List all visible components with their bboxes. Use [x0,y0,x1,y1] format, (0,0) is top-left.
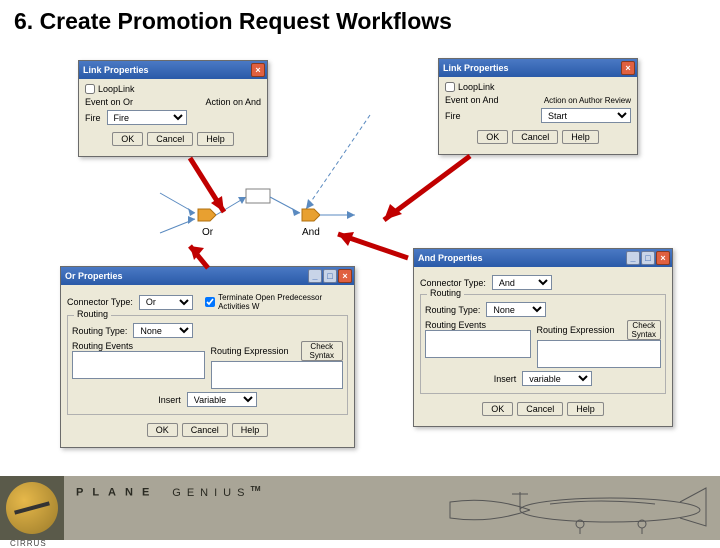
logo-badge: CIRRUS [0,476,64,540]
fire-label: Fire [445,111,461,121]
routing-legend: Routing [74,309,111,319]
airplane-lineart-icon [430,482,710,536]
insert-select[interactable]: variable [522,371,592,386]
routing-type-label: Routing Type: [425,305,480,315]
ok-button[interactable]: OK [147,423,178,437]
help-button[interactable]: Help [197,132,234,146]
looplink-checkbox[interactable]: LoopLink [85,84,261,94]
routing-expression-label: Routing Expression [537,325,615,335]
help-button[interactable]: Help [232,423,269,437]
close-icon[interactable]: × [251,63,265,77]
routing-events-list[interactable] [425,330,531,358]
ok-button[interactable]: OK [477,130,508,144]
action-on-label: Action on And [205,97,261,107]
routing-events-label: Routing Events [72,341,205,351]
dialog-title: Link Properties [443,63,621,73]
and-properties-dialog: And Properties _ □ × Connector Type: And… [413,248,673,427]
cancel-button[interactable]: Cancel [182,423,228,437]
ok-button[interactable]: OK [482,402,513,416]
or-properties-dialog: Or Properties _ □ × Connector Type: Or T… [60,266,355,448]
routing-events-label: Routing Events [425,320,531,330]
link-properties-dialog-right: Link Properties × LoopLink Event on And … [438,58,638,155]
check-syntax-button[interactable]: Check Syntax [301,341,343,361]
routing-type-label: Routing Type: [72,326,127,336]
titlebar[interactable]: Link Properties × [79,61,267,79]
action-on-label: Action on Author Review [544,96,631,105]
routing-expression-box[interactable] [211,361,344,389]
cirrus-logo-icon: CIRRUS [6,482,58,534]
callout-arrow [180,150,240,235]
close-icon[interactable]: × [656,251,670,265]
minimize-icon[interactable]: _ [308,269,322,283]
callout-arrow [328,228,418,273]
connector-type-select[interactable]: Or [139,295,193,310]
connector-type-label: Connector Type: [67,297,133,307]
insert-label: Insert [494,374,517,384]
titlebar[interactable]: Link Properties × [439,59,637,77]
help-button[interactable]: Help [562,130,599,144]
callout-arrow [180,238,220,283]
terminate-checkbox[interactable]: Terminate Open Predecessor Activities W [205,293,348,311]
connector-type-label: Connector Type: [420,278,486,288]
ok-button[interactable]: OK [112,132,143,146]
dialog-title: Link Properties [83,65,251,75]
maximize-icon[interactable]: □ [641,251,655,265]
close-icon[interactable]: × [621,61,635,75]
event-on-label: Event on And [445,95,499,105]
cancel-button[interactable]: Cancel [517,402,563,416]
link-properties-dialog-left: Link Properties × LoopLink Event on Or A… [78,60,268,157]
routing-type-select[interactable]: None [486,302,546,317]
routing-legend: Routing [427,288,464,298]
cancel-button[interactable]: Cancel [512,130,558,144]
check-syntax-button[interactable]: Check Syntax [627,320,661,340]
insert-label: Insert [158,395,181,405]
fire-select[interactable]: Start [541,108,631,123]
help-button[interactable]: Help [567,402,604,416]
routing-expression-box[interactable] [537,340,662,368]
fire-label: Fire [85,113,101,123]
brand-text: PLANEGENIUSTM [76,486,261,499]
event-on-label: Event on Or [85,97,133,107]
routing-type-select[interactable]: None [133,323,193,338]
connector-type-select[interactable]: And [492,275,552,290]
titlebar[interactable]: And Properties _ □ × [414,249,672,267]
minimize-icon[interactable]: _ [626,251,640,265]
slide-footer: CIRRUS PLANEGENIUSTM [0,476,720,540]
slide-title: 6. Create Promotion Request Workflows [0,0,720,43]
fire-select[interactable]: Fire [107,110,187,125]
insert-select[interactable]: Variable [187,392,257,407]
and-node-label: And [302,227,320,238]
looplink-checkbox[interactable]: LoopLink [445,82,631,92]
routing-expression-label: Routing Expression [211,346,289,356]
routing-events-list[interactable] [72,351,205,379]
cancel-button[interactable]: Cancel [147,132,193,146]
